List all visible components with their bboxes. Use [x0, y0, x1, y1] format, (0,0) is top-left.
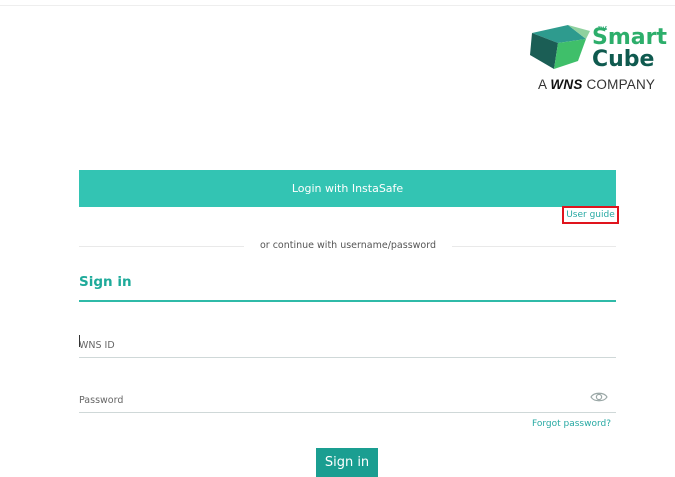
sign-in-underline	[79, 300, 616, 302]
tagline-brand: WNS	[550, 77, 583, 92]
eye-icon[interactable]	[590, 390, 608, 404]
login-page: THE Smart Cube A WNS COMPANY Login with …	[0, 0, 675, 477]
divider-right	[452, 246, 616, 247]
password-input[interactable]	[79, 388, 616, 413]
smart-cube-logo-mark	[530, 25, 590, 69]
text-cursor	[79, 335, 80, 347]
logo-tagline: A WNS COMPANY	[538, 77, 655, 93]
divider-text: or continue with username/password	[259, 240, 437, 251]
forgot-password-link[interactable]: Forgot password?	[532, 419, 611, 429]
tagline-suffix: COMPANY	[582, 77, 656, 92]
logo-word-cube: Cube	[592, 47, 655, 72]
top-divider	[0, 5, 675, 6]
sign-in-button[interactable]: Sign in	[316, 448, 378, 477]
sign-in-heading: Sign in	[79, 274, 132, 290]
login-with-instasafe-button[interactable]: Login with InstaSafe	[79, 170, 616, 207]
wns-id-input[interactable]	[79, 333, 616, 358]
tagline-prefix: A	[538, 77, 551, 92]
user-guide-link[interactable]: User guide	[562, 206, 619, 224]
company-logo: THE Smart Cube A WNS COMPANY	[528, 25, 673, 95]
logo-word-smart: Smart	[592, 25, 667, 50]
divider-left	[79, 246, 244, 247]
